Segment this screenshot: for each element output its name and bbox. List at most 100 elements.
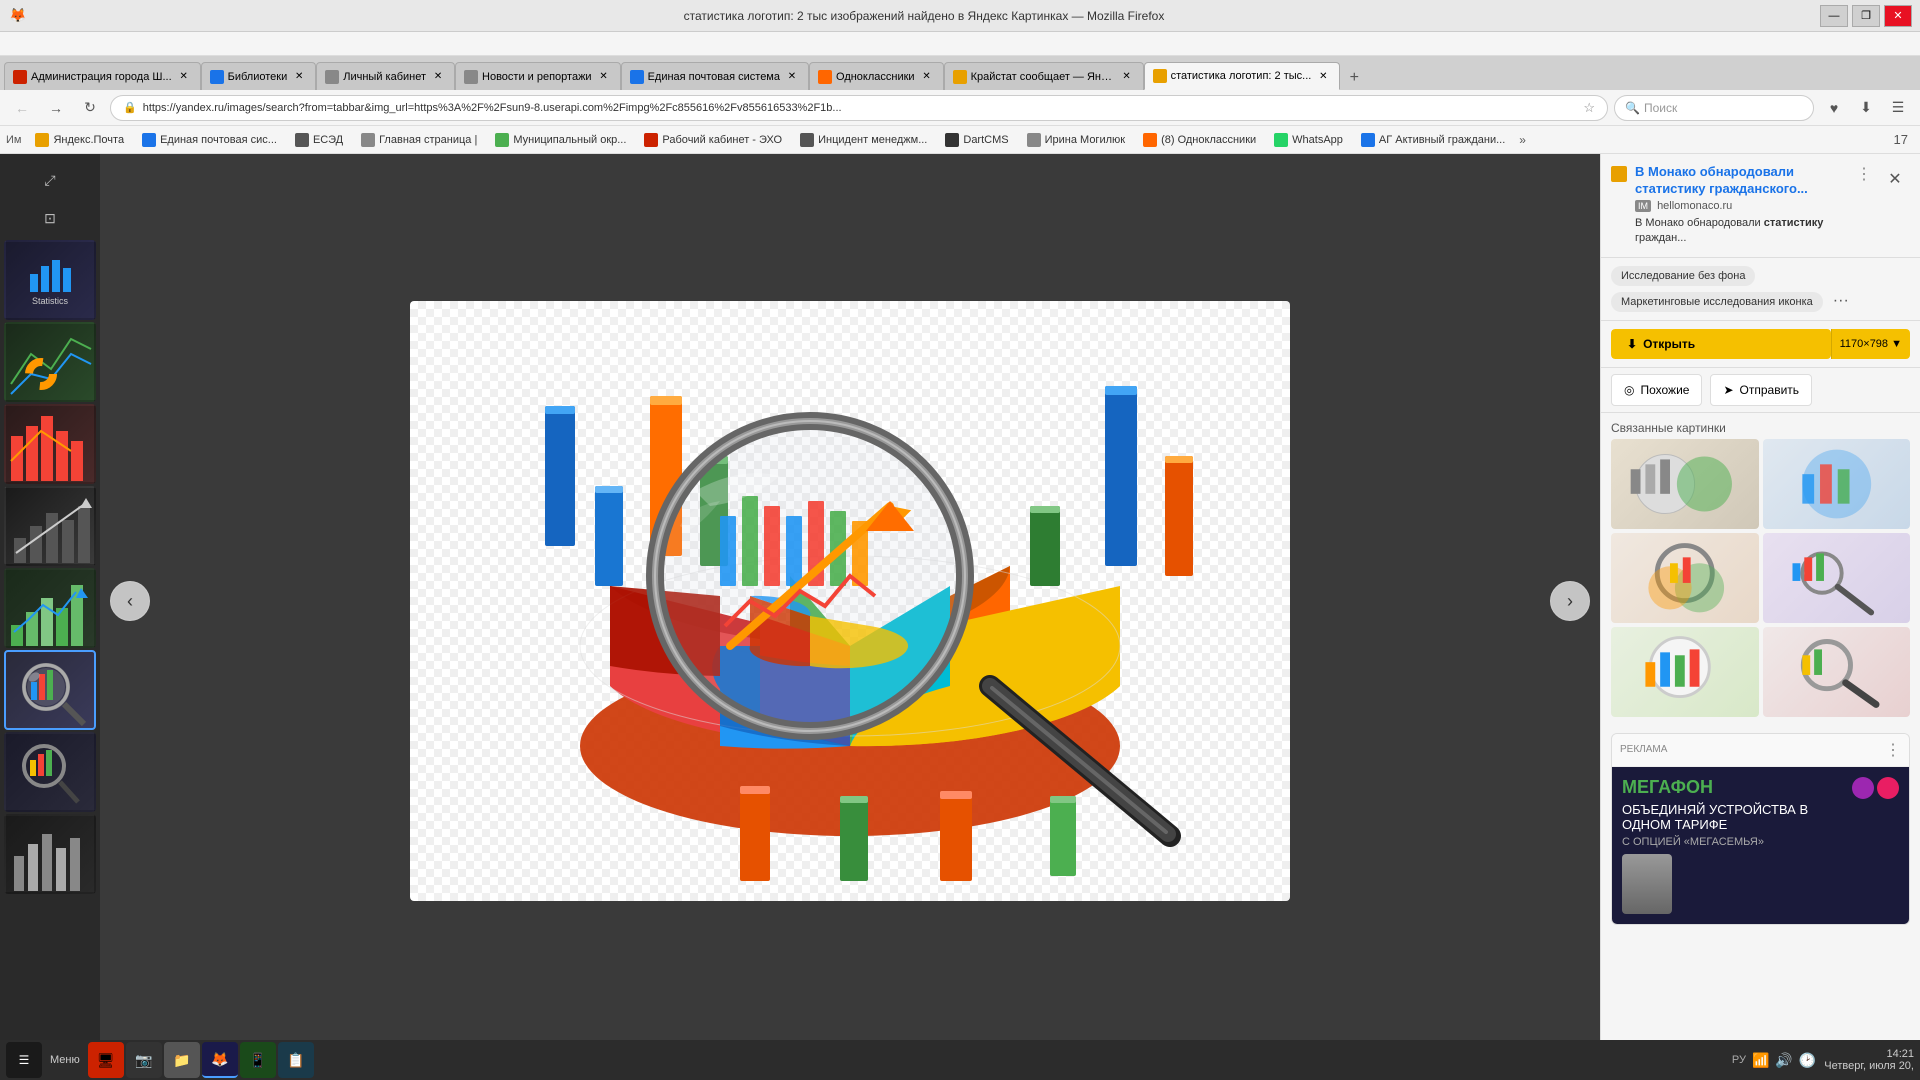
tab-kraistat[interactable]: Крайстат сообщает — Янд... ✕ xyxy=(944,62,1144,90)
panel-menu-button[interactable]: ⋮ xyxy=(1856,164,1872,184)
open-button[interactable]: ⬇ Открыть xyxy=(1611,329,1831,359)
thumbnail-5[interactable] xyxy=(4,568,96,648)
tab-close-1[interactable]: ✕ xyxy=(176,69,192,85)
tab-close-5[interactable]: ✕ xyxy=(784,69,800,85)
sidebar-tools: ⤢ ⊡ xyxy=(0,158,100,240)
download-icon[interactable]: ⬇ xyxy=(1852,94,1880,122)
source-title[interactable]: В Монако обнародовали статистику граждан… xyxy=(1635,164,1848,198)
minimize-button[interactable]: — xyxy=(1820,5,1848,27)
prev-image-button[interactable]: ‹ xyxy=(110,581,150,621)
ad-menu-button[interactable]: ⋮ xyxy=(1885,740,1901,760)
reload-button[interactable]: ↻ xyxy=(76,94,104,122)
tab-pochta[interactable]: Единая почтовая система ✕ xyxy=(621,62,809,90)
close-button[interactable]: ✕ xyxy=(1884,5,1912,27)
tab-close-8[interactable]: ✕ xyxy=(1315,68,1331,84)
tab-close-2[interactable]: ✕ xyxy=(291,69,307,85)
related-image-1[interactable] xyxy=(1611,439,1759,529)
ad-subtitle: С ОПЦИЕЙ «МЕГАСЕМЬЯ» xyxy=(1622,836,1852,848)
send-button[interactable]: ➤ Отправить xyxy=(1710,374,1812,406)
thumbnail-6[interactable] xyxy=(4,650,96,730)
bookmark-dartcms[interactable]: DartCMS xyxy=(937,131,1016,149)
bookmark-label-10: (8) Одноклассники xyxy=(1161,134,1256,146)
taskbar-clock-icon[interactable]: 🕑 xyxy=(1799,1052,1816,1069)
bookmark-pochta-sys[interactable]: Единая почтовая сис... xyxy=(134,131,285,149)
bookmark-incident[interactable]: Инцидент менеджм... xyxy=(792,131,935,149)
crop-tool-button[interactable]: ⊡ xyxy=(32,200,68,236)
tab-favicon-3 xyxy=(325,70,339,84)
taskbar-keyboard-icon[interactable]: РУ xyxy=(1732,1054,1746,1066)
related-image-3[interactable] xyxy=(1611,533,1759,623)
forward-button[interactable]: → xyxy=(42,94,70,122)
bookmark-glavnaya[interactable]: Главная страница | xyxy=(353,131,485,149)
bookmarks-more-button[interactable]: » xyxy=(1515,131,1530,149)
ad-text-area: МЕГАФОН ОБЪЕДИНЯЙ УСТРОЙСТВА В ОДНОМ ТАР… xyxy=(1622,777,1852,848)
search-box[interactable]: 🔍 Поиск xyxy=(1614,95,1814,121)
bookmark-exo[interactable]: Рабочий кабинет - ЭХО xyxy=(636,131,790,149)
taskbar-app-6[interactable]: 📋 xyxy=(278,1042,314,1078)
taskbar-app-2[interactable]: 📷 xyxy=(126,1042,162,1078)
taskbar-menu-button[interactable]: ☰ xyxy=(6,1042,42,1078)
bookmark-label-7: Инцидент менеджм... xyxy=(818,134,927,146)
tab-close-7[interactable]: ✕ xyxy=(1119,69,1135,85)
panel-close-button[interactable]: ✕ xyxy=(1880,164,1910,194)
menu-icon[interactable]: ☰ xyxy=(1884,94,1912,122)
tab-odnoklassniki[interactable]: Одноклассники ✕ xyxy=(809,62,944,90)
thumbnail-4[interactable] xyxy=(4,486,96,566)
bookmark-ag[interactable]: АГ Активный граждани... xyxy=(1353,131,1513,149)
bookmark-whatsapp[interactable]: WhatsApp xyxy=(1266,131,1351,149)
bookmark-yandex-pochta[interactable]: Яндекс.Почта xyxy=(27,131,132,149)
restore-button[interactable]: ❐ xyxy=(1852,5,1880,27)
tab-novosti[interactable]: Новости и репортажи ✕ xyxy=(455,62,621,90)
tag-2[interactable]: Маркетинговые исследования иконка xyxy=(1611,292,1823,312)
thumbnail-7[interactable] xyxy=(4,732,96,812)
bookmark-icon-1 xyxy=(35,133,49,147)
related-image-5[interactable] xyxy=(1611,627,1759,717)
related-image-4[interactable] xyxy=(1763,533,1911,623)
back-button[interactable]: ← xyxy=(8,94,36,122)
tab-close-3[interactable]: ✕ xyxy=(430,69,446,85)
chevron-down-icon: ▼ xyxy=(1891,338,1902,350)
source-badge: IM xyxy=(1635,200,1651,212)
related-image-2[interactable] xyxy=(1763,439,1911,529)
taskbar-apps: 🖥 📷 📁 🦊 📱 📋 xyxy=(88,1042,1728,1078)
next-image-button[interactable]: › xyxy=(1550,581,1590,621)
bookmark-star-icon[interactable]: ☆ xyxy=(1583,100,1595,116)
tab-label-4: Новости и репортажи xyxy=(482,71,592,83)
taskbar-app-icon-1: 🖥 xyxy=(97,1052,115,1069)
taskbar-app-5[interactable]: 📱 xyxy=(240,1042,276,1078)
tab-biblioteki[interactable]: Библиотеки ✕ xyxy=(201,62,317,90)
related-image-6[interactable] xyxy=(1763,627,1911,717)
bookmark-munok[interactable]: Муниципальный окр... xyxy=(487,131,634,149)
thumbnail-3[interactable] xyxy=(4,404,96,484)
tab-administraciya[interactable]: Администрация города Ш... ✕ xyxy=(4,62,201,90)
address-input[interactable]: 🔒 https://yandex.ru/images/search?from=t… xyxy=(110,95,1608,121)
taskbar-app-firefox[interactable]: 🦊 xyxy=(202,1042,238,1078)
new-tab-button[interactable]: + xyxy=(1340,66,1368,90)
image-tags: Исследование без фона Маркетинговые иссл… xyxy=(1601,258,1920,321)
thumb-1-chart-icon xyxy=(25,254,75,294)
tag-1[interactable]: Исследование без фона xyxy=(1611,266,1755,286)
open-size-button[interactable]: 1170×798 ▼ xyxy=(1831,329,1910,359)
tab-statistika[interactable]: статистика логотип: 2 тыс... ✕ xyxy=(1144,62,1341,90)
tab-lichny-kabinet[interactable]: Личный кабинет ✕ xyxy=(316,62,455,90)
thumbnail-8[interactable] xyxy=(4,814,96,894)
bookmark-label-3: ЕСЭД xyxy=(313,134,343,146)
thumbnail-2[interactable] xyxy=(4,322,96,402)
bookmark-mogilyuk[interactable]: Ирина Могилюк xyxy=(1019,131,1133,149)
expand-tool-button[interactable]: ⤢ xyxy=(32,162,68,198)
tab-close-6[interactable]: ✕ xyxy=(919,69,935,85)
thumbnail-1[interactable]: Statistics xyxy=(4,240,96,320)
taskbar-volume-icon[interactable]: 🔊 xyxy=(1775,1052,1792,1069)
bookmark-icon[interactable]: ♥ xyxy=(1820,94,1848,122)
bookmark-esed[interactable]: ЕСЭД xyxy=(287,131,351,149)
taskbar-app-3[interactable]: 📁 xyxy=(164,1042,200,1078)
taskbar-time: 14:21 xyxy=(1824,1048,1914,1060)
bookmark-label-2: Единая почтовая сис... xyxy=(160,134,277,146)
taskbar-app-1[interactable]: 🖥 xyxy=(88,1042,124,1078)
bookmark-ok[interactable]: (8) Одноклассники xyxy=(1135,131,1264,149)
tags-more-button[interactable]: ··· xyxy=(1829,292,1853,312)
similar-button[interactable]: ◎ Похожие xyxy=(1611,374,1702,406)
tab-close-4[interactable]: ✕ xyxy=(596,69,612,85)
taskbar-network-icon[interactable]: 📶 xyxy=(1752,1052,1769,1069)
right-panel: В Монако обнародовали статистику граждан… xyxy=(1600,154,1920,1048)
